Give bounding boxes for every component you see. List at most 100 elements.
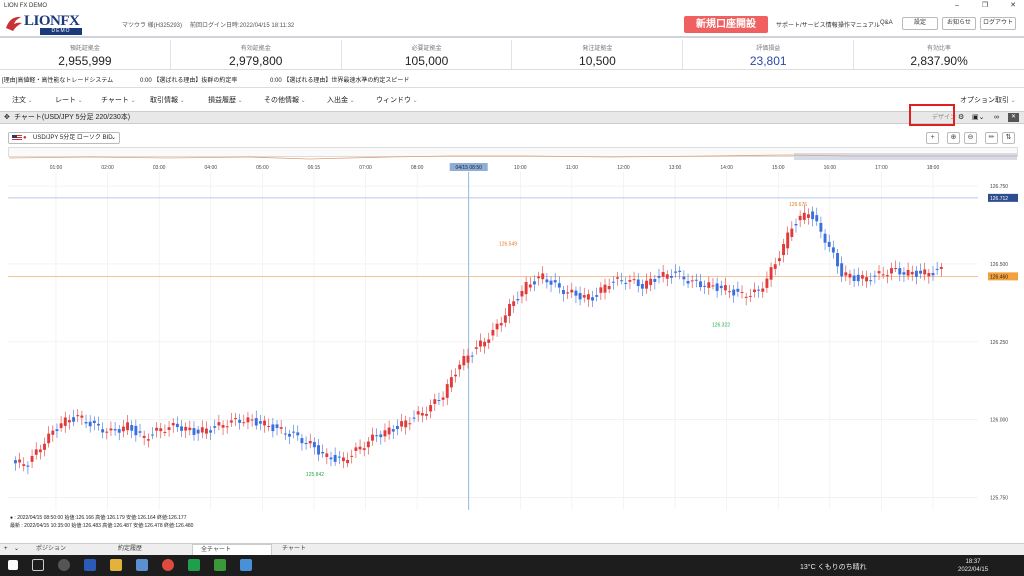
- close-panel-icon[interactable]: ✕: [1008, 113, 1019, 122]
- qa-link[interactable]: Q&A: [880, 20, 893, 26]
- zoom-in-icon[interactable]: ⊕: [947, 132, 960, 144]
- menu-other-info[interactable]: その他情報: [264, 93, 306, 109]
- candle-body: [856, 274, 860, 282]
- sheets-icon[interactable]: [188, 559, 200, 571]
- restore-icon[interactable]: ❐: [976, 0, 994, 12]
- x-tick-label: 12:00: [617, 165, 630, 171]
- candle-body: [329, 457, 333, 460]
- candle-body: [379, 434, 383, 438]
- candle-body: [375, 435, 379, 437]
- candle-body: [607, 286, 611, 290]
- candle-body: [420, 413, 424, 416]
- gear-icon[interactable]: ⚙: [958, 112, 964, 123]
- design-highlight-box: [909, 104, 955, 126]
- app-icon[interactable]: [136, 559, 148, 571]
- task-view-icon[interactable]: [32, 559, 44, 571]
- line-icon[interactable]: [214, 559, 226, 571]
- app-header: LIONFX DEMO マツウラ 様(H325293) 前回ログイン日時:202…: [0, 12, 1024, 38]
- candle-body: [674, 271, 678, 273]
- windows-start-icon[interactable]: [8, 560, 18, 570]
- link-icon[interactable]: ∞: [994, 112, 999, 123]
- crosshair-icon[interactable]: +: [926, 132, 939, 144]
- candle-body: [159, 428, 163, 432]
- main-menu: 注文 レート チャート 取引情報 損益履歴 その他情報 入出金 ウィンドウ オプ…: [0, 93, 1024, 108]
- candle-body: [387, 427, 391, 435]
- summary-effective-margin: 有効証拠金 2,979,800: [171, 40, 342, 69]
- candlestick-chart[interactable]: 126.750 126.500 126.250 126.000 125.750 01:00…: [8, 160, 1018, 543]
- low-annotation: 125.842: [306, 472, 324, 478]
- weather-widget[interactable]: 13°C くもりのち晴れ: [800, 562, 867, 572]
- tab-menu-icon[interactable]: ⌄: [14, 544, 19, 555]
- menu-trade-info[interactable]: 取引情報: [150, 93, 185, 109]
- logout-button[interactable]: ログアウト: [980, 17, 1016, 30]
- candle-body: [14, 460, 17, 464]
- word-icon[interactable]: [84, 559, 96, 571]
- manual-link[interactable]: 操作マニュアル: [838, 20, 880, 29]
- candle-body: [117, 429, 121, 433]
- draw-line-icon[interactable]: ✏: [985, 132, 998, 144]
- candle-body: [267, 425, 271, 427]
- lionfx-taskbar-icon[interactable]: [240, 559, 252, 571]
- chart-navigator[interactable]: [8, 147, 1018, 161]
- menu-deposit[interactable]: 入出金: [327, 93, 355, 109]
- minimize-icon[interactable]: –: [948, 0, 966, 12]
- candle-body: [445, 384, 449, 398]
- candle-body: [155, 427, 159, 431]
- candle-body: [653, 279, 657, 282]
- notices-button[interactable]: お知らせ: [942, 17, 976, 30]
- news-ticker[interactable]: [理由]高値軽・高性能なトレードシステム 0:00 【選ばれる理由】抜群の約定率…: [0, 74, 1024, 88]
- candle-body: [740, 292, 744, 294]
- candle-body: [101, 429, 105, 433]
- layout-menu-icon[interactable]: ▣⌄: [972, 112, 984, 123]
- candle-body: [449, 377, 453, 388]
- menu-options[interactable]: オプション取引: [960, 93, 1016, 109]
- candle-body: [719, 285, 723, 289]
- x-tick-label: 06:15: [308, 165, 321, 171]
- add-tab-icon[interactable]: +: [4, 544, 8, 555]
- candle-body: [806, 214, 810, 218]
- candle-body: [865, 277, 869, 282]
- candle-body: [512, 301, 516, 307]
- symbol-select[interactable]: ● USD/JPY 5分足 ローソク BID ⌄: [8, 132, 120, 144]
- settings-button[interactable]: 設定: [902, 17, 938, 30]
- x-tick-label: 11:00: [566, 165, 578, 171]
- zoom-out-icon[interactable]: ⊖: [964, 132, 977, 144]
- candle-body: [852, 275, 856, 281]
- menu-order[interactable]: 注文: [12, 93, 33, 109]
- drag-handle-icon[interactable]: ✥: [4, 112, 10, 123]
- candle-body: [591, 297, 595, 301]
- y-tick-label: 126.000: [990, 418, 1008, 424]
- candle-body: [574, 290, 578, 296]
- candle-body: [283, 433, 287, 435]
- ticker-item[interactable]: [理由]高値軽・高性能なトレードシステム: [2, 74, 113, 88]
- windows-taskbar: 13°C くもりのち晴れ 18:37 2022/04/15: [0, 555, 1024, 576]
- app-icon[interactable]: [58, 559, 70, 571]
- candle-body: [458, 364, 462, 370]
- menu-pl-history[interactable]: 損益履歴: [208, 93, 243, 109]
- summary-required-margin: 必要証拠金 105,000: [342, 40, 513, 69]
- ticker-item[interactable]: 0:00 【選ばれる理由】抜群の約定率: [140, 74, 237, 88]
- chart-canvas[interactable]: 126.750 126.500 126.250 126.000 125.750 01:00…: [8, 160, 1018, 543]
- candle-body: [462, 356, 466, 366]
- chrome-icon[interactable]: [162, 559, 174, 571]
- candle-body: [570, 289, 574, 293]
- candle-body: [898, 268, 902, 275]
- candle-body: [196, 429, 200, 434]
- support-link[interactable]: サポート/サービス情報: [776, 20, 838, 29]
- us-flag-icon: [12, 135, 22, 141]
- ticker-item[interactable]: 0:00 【選ばれる理由】世界最速水準の約定スピード: [270, 74, 409, 88]
- close-icon[interactable]: ✕: [1004, 0, 1022, 12]
- clock[interactable]: 18:37 2022/04/15: [958, 558, 988, 574]
- menu-rate[interactable]: レート: [55, 93, 83, 109]
- candle-body: [744, 296, 748, 298]
- menu-window[interactable]: ウィンドウ: [376, 93, 418, 109]
- candle-body: [34, 449, 38, 455]
- chart-panel-header: ✥ チャート(USD/JPY 5分足 220/230本) デザイン ⚙ ▣⌄ ∞…: [0, 111, 1024, 124]
- file-explorer-icon[interactable]: [110, 559, 122, 571]
- candle-body: [51, 430, 55, 435]
- candle-body: [599, 287, 603, 293]
- candle-body: [217, 422, 221, 426]
- menu-chart[interactable]: チャート: [101, 93, 136, 109]
- indicator-icon[interactable]: ⇅: [1002, 132, 1015, 144]
- open-account-button[interactable]: 新規口座開設: [684, 16, 768, 33]
